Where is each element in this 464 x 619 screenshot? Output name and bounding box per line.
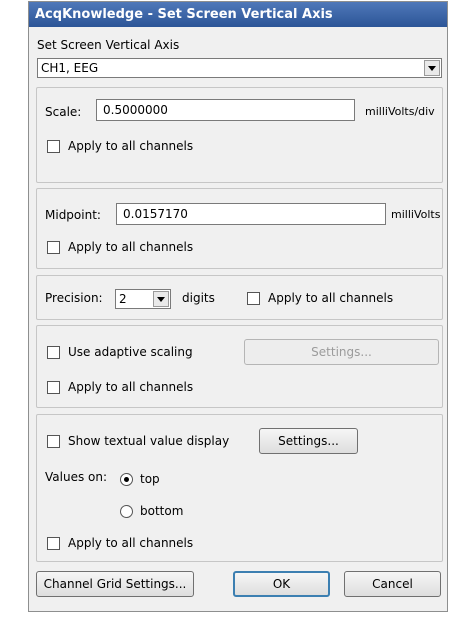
adaptive-apply-checkbox[interactable] — [47, 381, 60, 394]
chevron-down-icon[interactable] — [153, 291, 169, 307]
midpoint-apply-checkbox[interactable] — [47, 241, 60, 254]
radio-top-label[interactable]: top — [140, 472, 160, 486]
textual-apply-label[interactable]: Apply to all channels — [68, 536, 193, 550]
textual-group: Show textual value display Settings... V… — [36, 414, 443, 562]
ok-button[interactable]: OK — [233, 571, 330, 597]
textual-settings-button[interactable]: Settings... — [259, 428, 358, 454]
radio-bottom-label[interactable]: bottom — [140, 504, 183, 518]
midpoint-apply-label[interactable]: Apply to all channels — [68, 240, 193, 254]
precision-apply-checkbox[interactable] — [247, 292, 260, 305]
adaptive-checkbox[interactable] — [47, 346, 60, 359]
midpoint-group: Midpoint: 0.0157170 milliVolts Apply to … — [36, 188, 443, 269]
scale-group: Scale: 0.5000000 milliVolts/div Apply to… — [36, 87, 443, 183]
adaptive-settings-button[interactable]: Settings... — [244, 339, 439, 365]
title-bar: AcqKnowledge - Set Screen Vertical Axis — [29, 2, 447, 27]
adaptive-group: Use adaptive scaling Settings... Apply t… — [36, 325, 443, 408]
chevron-down-icon[interactable] — [424, 60, 440, 76]
scale-apply-checkbox[interactable] — [47, 140, 60, 153]
precision-unit: digits — [182, 291, 215, 305]
channel-grid-settings-button[interactable]: Channel Grid Settings... — [36, 571, 194, 597]
scale-label: Scale: — [45, 105, 82, 119]
radio-bottom[interactable] — [120, 505, 133, 518]
textual-label[interactable]: Show textual value display — [68, 434, 229, 448]
precision-group: Precision: 2 digits Apply to all channel… — [36, 275, 443, 320]
scale-unit: milliVolts/div — [365, 105, 435, 118]
radio-top[interactable] — [120, 473, 133, 486]
textual-apply-checkbox[interactable] — [47, 537, 60, 550]
midpoint-unit: milliVolts — [391, 208, 441, 221]
cancel-button[interactable]: Cancel — [344, 571, 441, 597]
precision-apply-label[interactable]: Apply to all channels — [268, 291, 393, 305]
header-label: Set Screen Vertical Axis — [37, 38, 180, 52]
midpoint-label: Midpoint: — [45, 208, 101, 222]
adaptive-label[interactable]: Use adaptive scaling — [68, 345, 193, 359]
channel-select[interactable]: CH1, EEG — [37, 58, 442, 78]
precision-label: Precision: — [45, 291, 103, 305]
textual-checkbox[interactable] — [47, 435, 60, 448]
values-on-label: Values on: — [45, 470, 108, 484]
midpoint-input[interactable]: 0.0157170 — [116, 203, 386, 225]
channel-select-value: CH1, EEG — [41, 61, 99, 75]
scale-input[interactable]: 0.5000000 — [96, 99, 355, 121]
scale-apply-label[interactable]: Apply to all channels — [68, 139, 193, 153]
set-vertical-axis-dialog: AcqKnowledge - Set Screen Vertical Axis … — [28, 1, 448, 612]
precision-select[interactable]: 2 — [115, 289, 171, 309]
adaptive-apply-label[interactable]: Apply to all channels — [68, 380, 193, 394]
precision-select-value: 2 — [119, 292, 127, 306]
